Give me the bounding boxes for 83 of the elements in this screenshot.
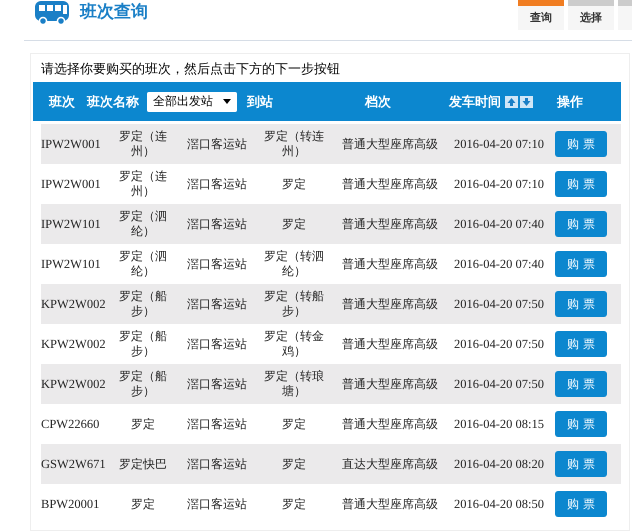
instruction-text: 请选择你要购买的班次，然后点击下方的下一步按钮 <box>40 61 341 79</box>
table-cell-text: IPW2W101 <box>41 256 102 272</box>
table-cell-text: 2016-04-20 07:40 <box>453 216 545 232</box>
table-cell-text: 滘口客运站 <box>186 376 248 392</box>
buy-ticket-button[interactable]: 购 票 <box>555 411 607 437</box>
table-cell-text: 普通大型座席高级 <box>341 496 439 512</box>
table-cell-text: KPW2W002 <box>41 336 107 352</box>
table-cell-text: 普通大型座席高级 <box>341 176 439 192</box>
sort-icon[interactable] <box>505 96 533 108</box>
table-cell-text: 罗定（连州） <box>118 129 168 159</box>
table-cell-text: 2016-04-20 07:50 <box>453 336 545 352</box>
table-cell-text: 滘口客运站 <box>186 336 248 352</box>
table-cell-text: 罗定 <box>130 496 156 512</box>
table-cell-text: KPW2W002 <box>41 296 107 312</box>
table-cell-text: 滘口客运站 <box>186 296 248 312</box>
table-cell-text: 2016-04-20 07:10 <box>453 176 545 192</box>
table-cell-text: 罗定（转连州） <box>263 129 325 159</box>
table-cell-text: 直达大型座席高级 <box>341 456 439 472</box>
buy-ticket-button[interactable]: 购 票 <box>555 371 607 397</box>
table-cell-text: 罗定（转琅塘） <box>263 369 325 399</box>
station-select[interactable]: 全部出发站 <box>147 92 237 112</box>
table-cell-text: 滘口客运站 <box>186 136 248 152</box>
table-cell-text: 罗定 <box>281 416 307 432</box>
table-cell-text: BPW20001 <box>41 496 100 512</box>
table-cell-text: 普通大型座席高级 <box>341 216 439 232</box>
table-cell-text: 2016-04-20 07:10 <box>453 136 545 152</box>
table-cell-text: 罗定（转泗纶） <box>263 249 325 279</box>
table-cell-text: 2016-04-20 07:50 <box>453 296 545 312</box>
buy-ticket-button[interactable]: 购 票 <box>555 291 607 317</box>
table-cell-text: 罗定 <box>130 416 156 432</box>
table-cell-text: 滘口客运站 <box>186 176 248 192</box>
table-cell-text: 2016-04-20 08:50 <box>453 496 545 512</box>
table-cell-text: 2016-04-20 08:20 <box>453 456 545 472</box>
buy-ticket-button[interactable]: 购 票 <box>555 171 607 197</box>
table-cell-text: 罗定 <box>281 216 307 232</box>
buy-ticket-button[interactable]: 购 票 <box>555 331 607 357</box>
table-cell-text: GSW2W671 <box>41 456 107 472</box>
column-header[interactable]: 发车时间 <box>449 92 501 110</box>
buy-ticket-button[interactable]: 购 票 <box>555 451 607 477</box>
table-cell-text: 滘口客运站 <box>186 456 248 472</box>
step-tab[interactable]: 选择 <box>568 0 614 30</box>
page-title: 班次查询 <box>80 1 148 24</box>
table-cell-text: 滘口客运站 <box>186 416 248 432</box>
table-cell-text: 罗定 <box>281 456 307 472</box>
table-cell-text: 普通大型座席高级 <box>341 296 439 312</box>
table-cell-text: 2016-04-20 07:40 <box>453 256 545 272</box>
buy-ticket-button[interactable]: 购 票 <box>555 491 607 517</box>
table-cell-text: CPW22660 <box>41 416 100 432</box>
table-cell-text: 罗定快巴 <box>118 456 168 472</box>
table-cell-text: 罗定（船步） <box>118 289 168 319</box>
buy-ticket-button[interactable]: 购 票 <box>555 131 607 157</box>
table-cell-text: IPW2W101 <box>41 216 102 232</box>
table-cell-text: IPW2W001 <box>41 176 102 192</box>
column-header: 班次 <box>49 94 75 110</box>
column-header: 班次名称 <box>87 94 139 110</box>
column-header: 操作 <box>557 94 583 110</box>
table-cell-text: 罗定 <box>281 176 307 192</box>
table-cell-text: 普通大型座席高级 <box>341 256 439 272</box>
table-cell-text: 罗定（船步） <box>118 369 168 399</box>
table-cell-text: 罗定（泗纶） <box>118 209 168 239</box>
table-cell-text: 罗定（转船步） <box>263 289 325 319</box>
column-header: 到站 <box>247 94 273 110</box>
table-cell-text: 罗定（连州） <box>118 169 168 199</box>
table-cell-text: 普通大型座席高级 <box>341 336 439 352</box>
table-cell-text: 普通大型座席高级 <box>341 136 439 152</box>
table-cell-text: 滘口客运站 <box>186 496 248 512</box>
table-cell-text: 罗定（转金鸡） <box>263 329 325 359</box>
buy-ticket-button[interactable]: 购 票 <box>555 211 607 237</box>
caret-icon <box>223 99 231 104</box>
table-cell-text: 2016-04-20 08:15 <box>453 416 545 432</box>
column-header: 档次 <box>365 94 391 110</box>
buy-ticket-button[interactable]: 购 票 <box>555 251 607 277</box>
step-tab[interactable]: 查询 <box>518 0 564 30</box>
table-cell-text: 罗定 <box>281 496 307 512</box>
table-cell-text: IPW2W001 <box>41 136 102 152</box>
table-cell-text: 普通大型座席高级 <box>341 376 439 392</box>
table-cell-text: KPW2W002 <box>41 376 107 392</box>
table-cell-text: 普通大型座席高级 <box>341 416 439 432</box>
table-cell-text: 滘口客运站 <box>186 216 248 232</box>
table-cell-text: 2016-04-20 07:50 <box>453 376 545 392</box>
table-cell-text: 滘口客运站 <box>186 256 248 272</box>
table-cell-text: 罗定（泗纶） <box>118 249 168 279</box>
table-cell-text: 罗定（船步） <box>118 329 168 359</box>
